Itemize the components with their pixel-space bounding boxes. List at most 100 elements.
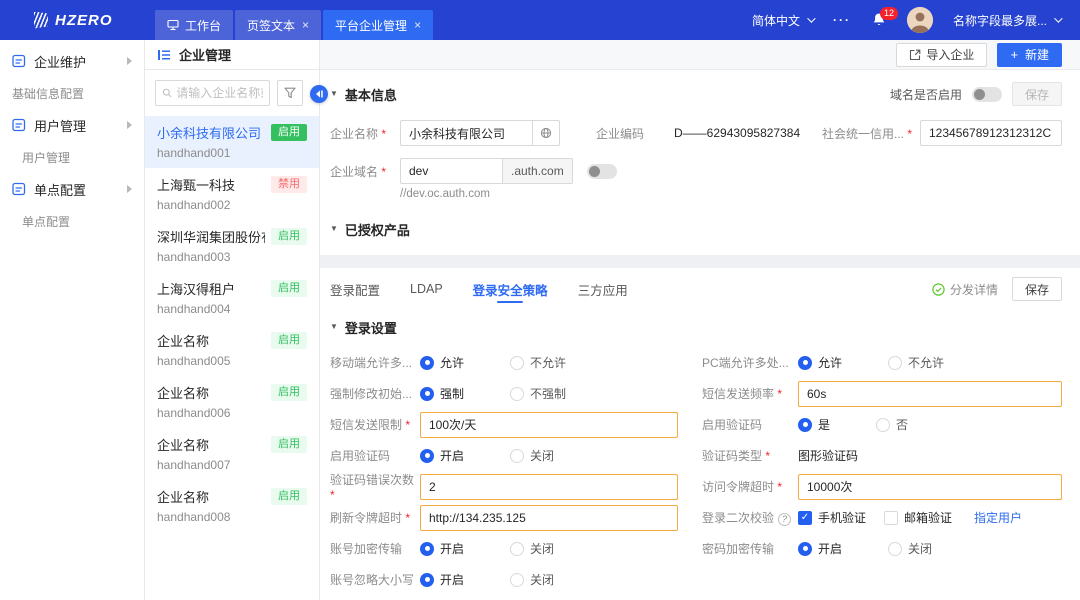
field-sms-limit-label: 短信发送限制 bbox=[330, 416, 420, 433]
form-row: 验证码错误次数 访问令牌超时 bbox=[320, 471, 1080, 502]
folder-doc-icon bbox=[12, 118, 26, 132]
search-input[interactable] bbox=[176, 86, 263, 100]
radio-option[interactable]: 否 bbox=[876, 416, 908, 433]
field-password-encrypt-label: 密码加密传输 bbox=[702, 540, 798, 557]
main-area: 导入企业 新建 基本信息 域名是否启用 保存 bbox=[320, 40, 1080, 600]
sms-frequency-input[interactable] bbox=[798, 381, 1062, 407]
tab-label: 页签文本 bbox=[247, 17, 295, 34]
radio-icon bbox=[420, 356, 434, 370]
field-pc-multi-login: 允许 不允许 bbox=[798, 354, 1062, 371]
sms-limit-input[interactable] bbox=[420, 412, 678, 438]
access-token-timeout-input[interactable] bbox=[798, 474, 1062, 500]
basic-save-button[interactable]: 保存 bbox=[1012, 82, 1062, 106]
language-switcher[interactable]: 简体中文 bbox=[752, 12, 813, 29]
import-enterprise-button[interactable]: 导入企业 bbox=[896, 43, 987, 67]
login-settings-header: 登录设置 bbox=[320, 310, 1080, 347]
more-menu[interactable]: ··· bbox=[833, 13, 851, 27]
sidebar-item-sso-config[interactable]: 单点配置 bbox=[0, 172, 144, 206]
tab-third-party-apps[interactable]: 三方应用 bbox=[578, 268, 628, 310]
close-icon[interactable] bbox=[302, 18, 309, 32]
sidebar-item-sso-config-child[interactable]: 单点配置 bbox=[0, 206, 144, 236]
tab-platform-enterprise[interactable]: 平台企业管理 bbox=[323, 10, 433, 40]
top-bar: HZERO 工作台 页签文本 平台企业管理 简体中文 ··· bbox=[0, 0, 1080, 40]
filter-button[interactable] bbox=[277, 80, 303, 106]
enterprise-list-panel: 企业管理 小余科技有限公司启用 handhand001 bbox=[145, 40, 320, 600]
assign-user-link[interactable]: 指定用户 bbox=[974, 509, 1022, 526]
create-button[interactable]: 新建 bbox=[997, 43, 1062, 67]
app-logo[interactable]: HZERO bbox=[0, 12, 145, 29]
tab-ldap[interactable]: LDAP bbox=[410, 268, 443, 310]
list-item[interactable]: 企业名称启用 handhand006 bbox=[145, 376, 319, 428]
section-title-authorized-products[interactable]: 已授权产品 bbox=[330, 220, 410, 239]
checkbox-email-verify[interactable]: 邮箱验证 bbox=[884, 509, 952, 526]
sidebar-item-basic-info-config[interactable]: 基础信息配置 bbox=[0, 78, 144, 108]
field-force-modify-initial: 强制 不强制 bbox=[420, 385, 678, 402]
enterprise-name-input[interactable] bbox=[400, 120, 532, 146]
radio-option[interactable]: 关闭 bbox=[510, 571, 554, 588]
tab-login-config[interactable]: 登录配置 bbox=[330, 268, 380, 310]
chevron-right-icon bbox=[127, 121, 132, 129]
close-icon[interactable] bbox=[414, 18, 421, 32]
field-captcha-type-label: 验证码类型 bbox=[702, 447, 798, 464]
radio-option[interactable]: 不允许 bbox=[888, 354, 944, 371]
sidebar-item-user-management-child[interactable]: 用户管理 bbox=[0, 142, 144, 172]
field-account-encrypt-label: 账号加密传输 bbox=[330, 540, 420, 557]
panel-title: 企业管理 bbox=[179, 45, 231, 64]
status-badge: 启用 bbox=[271, 488, 307, 505]
sidebar-item-user-management[interactable]: 用户管理 bbox=[0, 108, 144, 142]
section-title-basic-info[interactable]: 基本信息 bbox=[330, 85, 397, 104]
enterprise-domain-input[interactable] bbox=[400, 158, 502, 184]
basic-form-row-1: 企业名称 企业编码 D——62943095827384 社会统一信用... bbox=[330, 120, 1062, 146]
radio-icon bbox=[510, 542, 524, 556]
credit-code-input[interactable] bbox=[920, 120, 1062, 146]
tab-page-text[interactable]: 页签文本 bbox=[235, 10, 321, 40]
radio-option[interactable]: 强制 bbox=[420, 385, 464, 402]
sidebar-item-enterprise-maintain[interactable]: 企业维护 bbox=[0, 44, 144, 78]
check-circle-icon bbox=[932, 283, 945, 296]
radio-option[interactable]: 允许 bbox=[798, 354, 842, 371]
dispatch-detail-link[interactable]: 分发详情 bbox=[932, 281, 998, 298]
radio-option[interactable]: 关闭 bbox=[510, 447, 554, 464]
policy-save-button[interactable]: 保存 bbox=[1012, 277, 1062, 301]
globe-icon[interactable] bbox=[532, 120, 560, 146]
list-item[interactable]: 上海汉得租户启用 handhand004 bbox=[145, 272, 319, 324]
logo-text: HZERO bbox=[55, 12, 113, 29]
field-account-encrypt: 开启 关闭 bbox=[420, 540, 678, 557]
question-icon[interactable] bbox=[778, 513, 791, 526]
field-force-modify-initial-label: 强制修改初始... bbox=[330, 385, 420, 402]
domain-enable-toggle[interactable] bbox=[972, 87, 1002, 102]
radio-option[interactable]: 开启 bbox=[420, 447, 464, 464]
radio-option[interactable]: 开启 bbox=[420, 540, 464, 557]
list-item[interactable]: 企业名称启用 handhand007 bbox=[145, 428, 319, 480]
form-row: 强制修改初始... 强制 不强制 短信发送频率 bbox=[320, 378, 1080, 409]
folder-doc-icon bbox=[12, 182, 26, 196]
section-title-login-settings[interactable]: 登录设置 bbox=[330, 318, 397, 337]
list-item[interactable]: 企业名称启用 handhand008 bbox=[145, 480, 319, 532]
collapse-panel-button[interactable] bbox=[310, 85, 328, 103]
field-captcha-error-count-label: 验证码错误次数 bbox=[330, 471, 420, 502]
radio-option[interactable]: 不强制 bbox=[510, 385, 566, 402]
domain-switch[interactable] bbox=[587, 164, 617, 179]
refresh-token-timeout-input[interactable] bbox=[420, 505, 678, 531]
radio-icon bbox=[798, 542, 812, 556]
list-item[interactable]: 企业名称启用 handhand005 bbox=[145, 324, 319, 376]
list-item[interactable]: 上海甄一科技禁用 handhand002 bbox=[145, 168, 319, 220]
radio-option[interactable]: 不允许 bbox=[510, 354, 566, 371]
radio-option[interactable]: 允许 bbox=[420, 354, 464, 371]
radio-option[interactable]: 开启 bbox=[420, 571, 464, 588]
avatar[interactable] bbox=[907, 7, 933, 33]
enterprise-code-label: 企业编码 bbox=[596, 125, 644, 142]
tab-login-security-policy[interactable]: 登录安全策略 bbox=[473, 268, 548, 310]
list-item[interactable]: 小余科技有限公司启用 handhand001 bbox=[145, 116, 319, 168]
checkbox-phone-verify[interactable]: 手机验证 bbox=[798, 509, 866, 526]
captcha-error-count-input[interactable] bbox=[420, 474, 678, 500]
radio-option[interactable]: 开启 bbox=[798, 540, 842, 557]
radio-option[interactable]: 关闭 bbox=[510, 540, 554, 557]
radio-option[interactable]: 是 bbox=[798, 416, 830, 433]
tab-workbench[interactable]: 工作台 bbox=[155, 10, 233, 40]
username-menu[interactable]: 名称字段最多展... bbox=[953, 12, 1060, 29]
collapse-left-icon bbox=[314, 89, 324, 99]
list-item[interactable]: 深圳华润集团股份有...启用 handhand003 bbox=[145, 220, 319, 272]
radio-option[interactable]: 关闭 bbox=[888, 540, 932, 557]
notification-bell[interactable]: 12 bbox=[871, 12, 887, 28]
